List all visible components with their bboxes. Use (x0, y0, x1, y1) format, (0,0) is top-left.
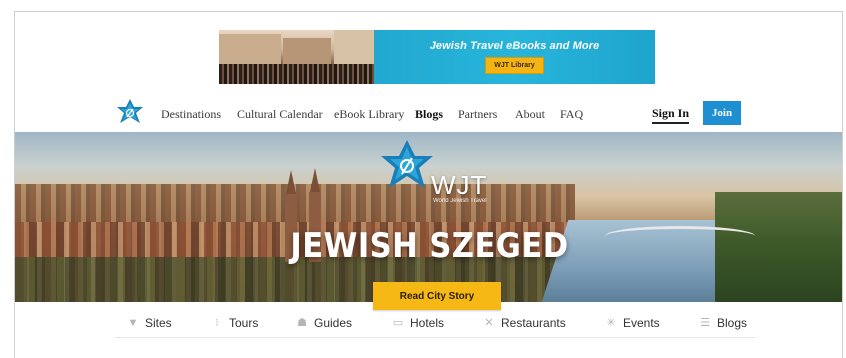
fireworks-icon: ✳ (606, 317, 616, 329)
bed-icon: ▭ (392, 317, 404, 329)
cathedral-spire-left (286, 170, 296, 194)
hero-logo-text: WJT (431, 170, 488, 200)
nav-faq[interactable]: FAQ (560, 107, 583, 122)
category-events[interactable]: ✳ Events (605, 316, 660, 330)
nav-blogs[interactable]: Blogs (415, 107, 443, 122)
cathedral-spire-right (310, 168, 320, 192)
blog-icon: ☰ (700, 317, 710, 329)
footprints-icon: ⁝ (215, 317, 219, 329)
category-bar: ▼ Sites ⁝ Tours ☗ Guides ▭ Hotels ✕ Rest… (115, 312, 755, 338)
category-label: Guides (314, 316, 353, 330)
guides-icon: ☗ (297, 317, 307, 329)
category-label: Tours (229, 316, 259, 330)
page-frame: Jewish Travel eBooks and More WJT Librar… (14, 11, 843, 358)
category-label: Events (623, 316, 660, 330)
cutlery-icon: ✕ (484, 317, 494, 329)
read-city-story-button[interactable]: Read City Story (373, 282, 501, 310)
category-label: Restaurants (501, 316, 566, 330)
wjt-star-logo-icon[interactable] (116, 98, 144, 128)
category-label: Blogs (717, 316, 748, 330)
category-tours[interactable]: ⁝ Tours (211, 316, 258, 330)
category-restaurants[interactable]: ✕ Restaurants (483, 316, 566, 330)
hero-logo-subtext: World Jewish Travel (433, 198, 487, 204)
nav-about[interactable]: About (515, 107, 545, 122)
banner-crowd-photo (219, 30, 374, 84)
sign-in-link[interactable]: Sign In (652, 106, 690, 124)
nav-partners[interactable]: Partners (458, 107, 497, 122)
nav-ebook-library[interactable]: eBook Library (334, 107, 404, 122)
banner-library-button[interactable]: WJT Library (485, 57, 544, 74)
library-banner-ad[interactable]: Jewish Travel eBooks and More WJT Librar… (219, 30, 655, 84)
category-label: Hotels (410, 316, 445, 330)
category-label: Sites (145, 316, 172, 330)
category-sites[interactable]: ▼ Sites (127, 316, 172, 330)
nav-destinations[interactable]: Destinations (161, 107, 221, 122)
category-guides[interactable]: ☗ Guides (296, 316, 352, 330)
banner-tagline: Jewish Travel eBooks and More (429, 40, 600, 52)
marker-icon: ▼ (127, 317, 139, 329)
category-blogs[interactable]: ☰ Blogs (699, 316, 747, 330)
nav-cultural-calendar[interactable]: Cultural Calendar (237, 107, 323, 122)
hero-section: WJT World Jewish Travel JEWISH SZEGED (15, 132, 842, 302)
banner-text-panel: Jewish Travel eBooks and More WJT Librar… (374, 30, 655, 84)
page-title: JEWISH SZEGED (290, 226, 569, 266)
main-nav: Destinations Cultural Calendar eBook Lib… (15, 98, 842, 132)
join-button[interactable]: Join (703, 101, 741, 125)
category-hotels[interactable]: ▭ Hotels (392, 316, 444, 330)
